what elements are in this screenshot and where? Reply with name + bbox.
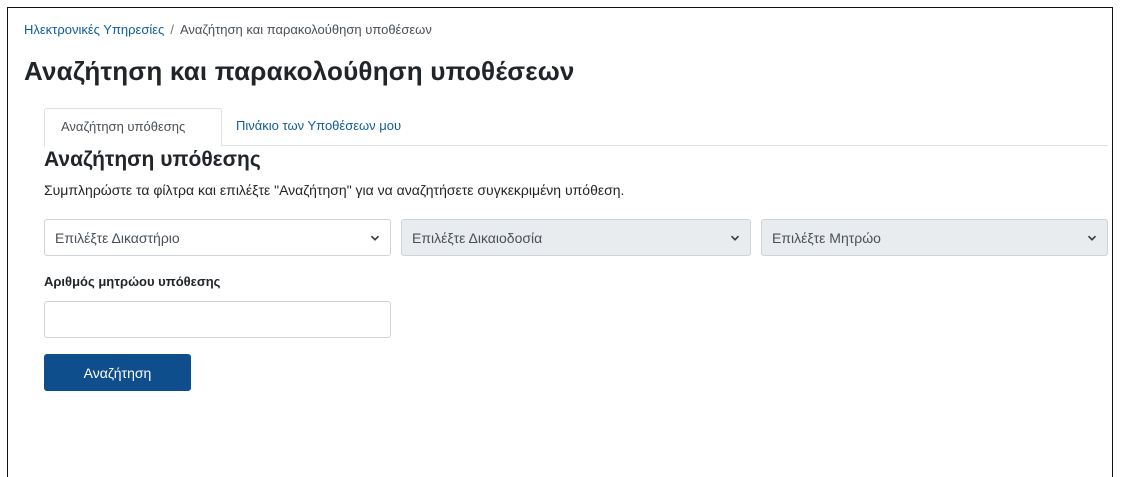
jurisdiction-select[interactable]: Επιλέξτε Δικαιοδοσία <box>401 219 751 256</box>
section-title: Αναζήτηση υπόθεσης <box>44 148 261 171</box>
page-title: Αναζήτηση και παρακολούθηση υποθέσεων <box>24 56 575 86</box>
tab-my-cases-docket[interactable]: Πινάκιο των Υποθέσεων μου <box>222 108 417 146</box>
help-text: Συμπληρώστε τα φίλτρα και επιλέξτε "Αναζ… <box>44 182 625 198</box>
case-number-input[interactable] <box>44 301 391 338</box>
breadcrumb-home-link[interactable]: Ηλεκτρονικές Υπηρεσίες <box>24 22 164 37</box>
chevron-down-icon <box>370 235 380 241</box>
tab-bar: Αναζήτηση υπόθεσης Πινάκιο των Υποθέσεων… <box>44 108 1108 147</box>
court-select[interactable]: Επιλέξτε Δικαστήριο <box>44 219 391 256</box>
court-select-value: Επιλέξτε Δικαστήριο <box>55 230 180 246</box>
registry-select[interactable]: Επιλέξτε Μητρώο <box>761 219 1108 256</box>
tab-case-search[interactable]: Αναζήτηση υπόθεσης <box>44 108 222 147</box>
breadcrumb-separator: / <box>170 22 174 37</box>
tab-my-cases-docket-label: Πινάκιο των Υποθέσεων μου <box>236 118 402 133</box>
breadcrumb: Ηλεκτρονικές Υπηρεσίες / Αναζήτηση και παρ… <box>24 22 432 37</box>
case-number-label: Αριθμός μητρώου υπόθεσης <box>44 274 221 289</box>
tab-case-search-label: Αναζήτηση υπόθεσης <box>61 119 186 134</box>
chevron-down-icon <box>730 235 740 241</box>
registry-select-value: Επιλέξτε Μητρώο <box>772 230 881 246</box>
chevron-down-icon <box>1087 235 1097 241</box>
search-button[interactable]: Αναζήτηση <box>44 354 191 391</box>
breadcrumb-current: Αναζήτηση και παρακολούθηση υποθέσεων <box>179 22 432 37</box>
jurisdiction-select-value: Επιλέξτε Δικαιοδοσία <box>412 230 543 246</box>
